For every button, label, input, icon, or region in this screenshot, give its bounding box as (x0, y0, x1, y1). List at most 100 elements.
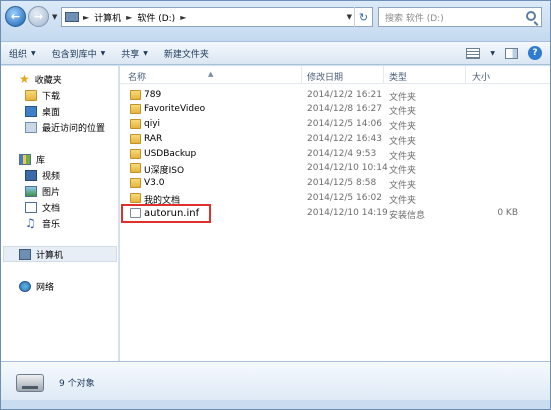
organize-button[interactable]: 组织 ▼ (1, 42, 44, 64)
file-date: 2014/12/4 9:53 (307, 149, 377, 159)
search-input[interactable]: 搜索 软件 (D:) (378, 7, 542, 27)
computer-icon (65, 12, 79, 22)
folder-icon (130, 163, 141, 173)
organize-label: 组织 (9, 49, 28, 60)
forward-button[interactable]: → (28, 6, 49, 27)
file-name: FavoriteVideo (144, 104, 206, 114)
details-pane: 9 个对象 (1, 361, 550, 402)
file-type: 文件夹 (389, 93, 417, 103)
sidebar-item-label: 网络 (36, 282, 55, 293)
sidebar-item-documents[interactable]: 文档 (25, 200, 60, 214)
recent-pages-dropdown[interactable]: ▼ (52, 13, 57, 21)
red-highlight-box (121, 204, 211, 223)
file-row[interactable]: FavoriteVideo 2014/12/8 16:27 文件夹 (120, 103, 550, 117)
back-button[interactable]: ← (5, 6, 26, 27)
breadcrumb-separator-icon[interactable]: ► (81, 13, 91, 22)
sidebar-item-recent[interactable]: 最近访问的位置 (25, 120, 105, 134)
sidebar-item-label: 图片 (42, 187, 61, 198)
file-row[interactable]: qiyi 2014/12/5 14:06 文件夹 (120, 118, 550, 132)
file-row[interactable]: 789 2014/12/2 16:21 文件夹 (120, 89, 550, 103)
help-icon[interactable]: ? (528, 46, 542, 60)
sidebar-item-computer[interactable]: 计算机 (19, 247, 63, 261)
picture-icon (25, 185, 37, 197)
sidebar-item-label: 文档 (42, 203, 61, 214)
file-type: 文件夹 (389, 181, 417, 191)
address-bar[interactable]: ► 计算机 ► 软件 (D:) ► ▼ ↻ (61, 7, 373, 27)
file-list: ▲ 名称 修改日期 类型 大小 789 2014/12/2 16:21 文件夹 Fa… (120, 66, 550, 361)
sort-ascending-icon: ▲ (208, 70, 214, 78)
new-folder-button[interactable]: 新建文件夹 (156, 42, 217, 64)
column-header-name[interactable]: 名称 (128, 70, 146, 83)
share-button[interactable]: 共享 ▼ (113, 42, 156, 64)
sidebar-item-music[interactable]: ♫ 音乐 (25, 216, 60, 230)
column-header-type[interactable]: 类型 (389, 70, 407, 83)
column-header-row: ▲ 名称 修改日期 类型 大小 (120, 66, 550, 84)
file-name: U深度ISO (144, 166, 185, 176)
sidebar-item-downloads[interactable]: 下载 (25, 88, 60, 102)
file-type: 文件夹 (389, 137, 417, 147)
column-header-size[interactable]: 大小 (472, 70, 490, 83)
new-folder-label: 新建文件夹 (163, 49, 209, 60)
desktop-icon (25, 105, 37, 117)
file-date: 2014/12/2 16:43 (307, 134, 382, 144)
file-size: 0 KB (497, 208, 518, 218)
view-options-icon[interactable] (466, 47, 481, 59)
column-divider[interactable] (383, 66, 384, 84)
folder-icon (130, 134, 141, 144)
file-date: 2014/12/5 14:06 (307, 119, 382, 129)
file-date: 2014/12/10 14:19 (307, 208, 388, 218)
breadcrumb-separator-icon[interactable]: ► (124, 13, 134, 22)
column-header-date[interactable]: 修改日期 (307, 70, 343, 83)
folder-icon (130, 149, 141, 159)
preview-pane-icon[interactable] (505, 47, 518, 59)
address-dropdown-icon[interactable]: ▼ (347, 13, 352, 21)
share-label: 共享 (121, 49, 140, 60)
sidebar-item-desktop[interactable]: 桌面 (25, 104, 60, 118)
file-type: 文件夹 (389, 166, 417, 176)
file-type: 文件夹 (389, 152, 417, 162)
sidebar-item-network[interactable]: 网络 (19, 279, 54, 293)
sidebar-item-libraries[interactable]: 库 (19, 152, 45, 166)
file-row[interactable]: RAR 2014/12/2 16:43 文件夹 (120, 133, 550, 147)
file-date: 2014/12/8 16:27 (307, 104, 382, 114)
folder-icon (130, 178, 141, 188)
file-date: 2014/12/5 8:58 (307, 178, 377, 188)
sidebar-item-label: 收藏夹 (34, 75, 62, 86)
column-divider[interactable] (465, 66, 466, 84)
sidebar-item-videos[interactable]: 视频 (25, 168, 60, 182)
file-date: 2014/12/5 16:02 (307, 193, 382, 203)
column-divider[interactable] (301, 66, 302, 84)
chevron-down-icon: ▼ (143, 49, 148, 57)
recent-places-icon (25, 121, 37, 133)
file-type: 安装信息 (389, 211, 426, 221)
file-type: 文件夹 (389, 107, 417, 117)
music-icon: ♫ (25, 215, 36, 230)
file-row[interactable]: U深度ISO 2014/12/10 10:14 文件夹 (120, 162, 550, 176)
file-row[interactable]: USDBackup 2014/12/4 9:53 文件夹 (120, 148, 550, 162)
folder-icon (130, 193, 141, 203)
sidebar-item-label: 最近访问的位置 (42, 123, 106, 134)
folder-icon (130, 119, 141, 129)
file-row[interactable]: V3.0 2014/12/5 8:58 文件夹 (120, 177, 550, 191)
sidebar-item-label: 计算机 (36, 250, 64, 261)
search-icon (526, 11, 536, 21)
sidebar-item-label: 音乐 (42, 219, 61, 230)
computer-icon (19, 248, 31, 260)
download-folder-icon (25, 89, 37, 101)
breadcrumb-drive-d[interactable]: 软件 (D:) (134, 11, 178, 24)
breadcrumb-separator-icon[interactable]: ► (178, 13, 188, 22)
include-library-label: 包含到库中 (51, 49, 97, 60)
sidebar-item-pictures[interactable]: 图片 (25, 184, 60, 198)
sidebar-item-favorites[interactable]: ★ 收藏夹 (19, 72, 62, 86)
window-bottom-border (1, 400, 550, 409)
sidebar-item-label: 桌面 (42, 107, 61, 118)
folder-icon (130, 90, 141, 100)
file-type: 文件夹 (389, 122, 417, 132)
include-library-button[interactable]: 包含到库中 ▼ (44, 42, 114, 64)
breadcrumb-computer[interactable]: 计算机 (91, 11, 124, 24)
file-name: USDBackup (144, 149, 197, 159)
drive-icon (16, 374, 44, 392)
chevron-down-icon[interactable]: ▼ (490, 50, 495, 57)
video-icon (25, 169, 37, 181)
refresh-icon[interactable]: ↻ (354, 7, 372, 27)
